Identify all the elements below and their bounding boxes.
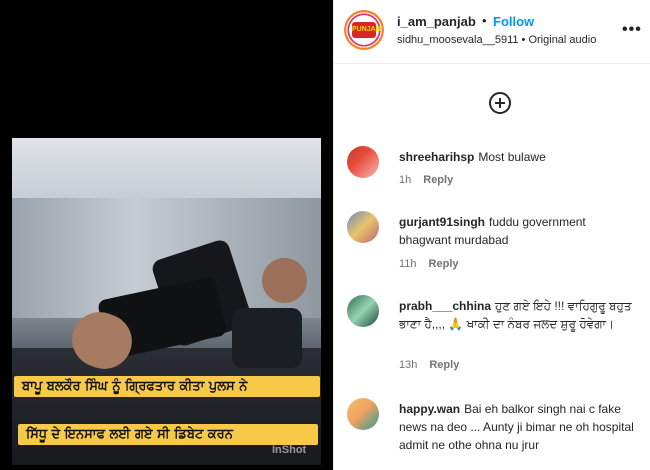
camera-shape: [232, 308, 302, 368]
video-panel[interactable]: ਬਾਪੂ ਬਲਕੌਰ ਸਿੰਘ ਨੂੰ ਗ੍ਰਿਫਤਾਰ ਕੀਤਾ ਪੁਲਸ ਨ…: [0, 0, 333, 470]
comment-username[interactable]: happy.wan: [399, 402, 460, 416]
inshot-watermark: InShot: [272, 444, 307, 456]
profile-avatar[interactable]: PUNJAB: [344, 10, 384, 50]
comment-time[interactable]: 11h: [399, 258, 417, 270]
comment-username[interactable]: shreeharihsp: [399, 150, 474, 164]
avatar[interactable]: [347, 295, 379, 327]
post-username[interactable]: i_am_panjab: [397, 14, 476, 29]
avatar[interactable]: [347, 146, 379, 178]
video-frame[interactable]: [12, 138, 321, 465]
video-caption-line-1: ਬਾਪੂ ਬਲਕੌਰ ਸਿੰਘ ਨੂੰ ਗ੍ਰਿਫਤਾਰ ਕੀਤਾ ਪੁਲਸ ਨ…: [14, 376, 320, 397]
post-header: PUNJAB i_am_panjab • Follow sidhu_moosev…: [334, 0, 650, 64]
post-sidebar: PUNJAB i_am_panjab • Follow sidhu_moosev…: [333, 0, 650, 470]
video-caption-line-2: ਸਿੱਧੂ ਦੇ ਇਨਸਾਫ ਲਈ ਗਏ ਸੀ ਡਿਬੇਟ ਕਰਨ: [18, 424, 318, 445]
profile-logo: PUNJAB: [352, 22, 381, 38]
avatar[interactable]: [347, 398, 379, 430]
comment-time[interactable]: 1h: [399, 174, 411, 186]
plus-circle-icon[interactable]: [489, 92, 511, 114]
audio-link[interactable]: sidhu_moosevala__5911 • Original audio: [397, 34, 596, 46]
comment-username[interactable]: prabh___chhina: [399, 299, 491, 313]
reply-button[interactable]: Reply: [429, 359, 459, 371]
more-options-icon[interactable]: •••: [622, 21, 642, 39]
reply-button[interactable]: Reply: [429, 258, 459, 270]
comment-text: Most bulawe: [478, 150, 546, 164]
separator-dot: •: [482, 13, 487, 28]
comment-time[interactable]: 13h: [399, 359, 417, 371]
reply-button[interactable]: Reply: [423, 174, 453, 186]
avatar[interactable]: [347, 211, 379, 243]
comment-username[interactable]: gurjant91singh: [399, 215, 485, 229]
follow-button[interactable]: Follow: [493, 14, 534, 29]
hand-shape: [262, 258, 307, 303]
